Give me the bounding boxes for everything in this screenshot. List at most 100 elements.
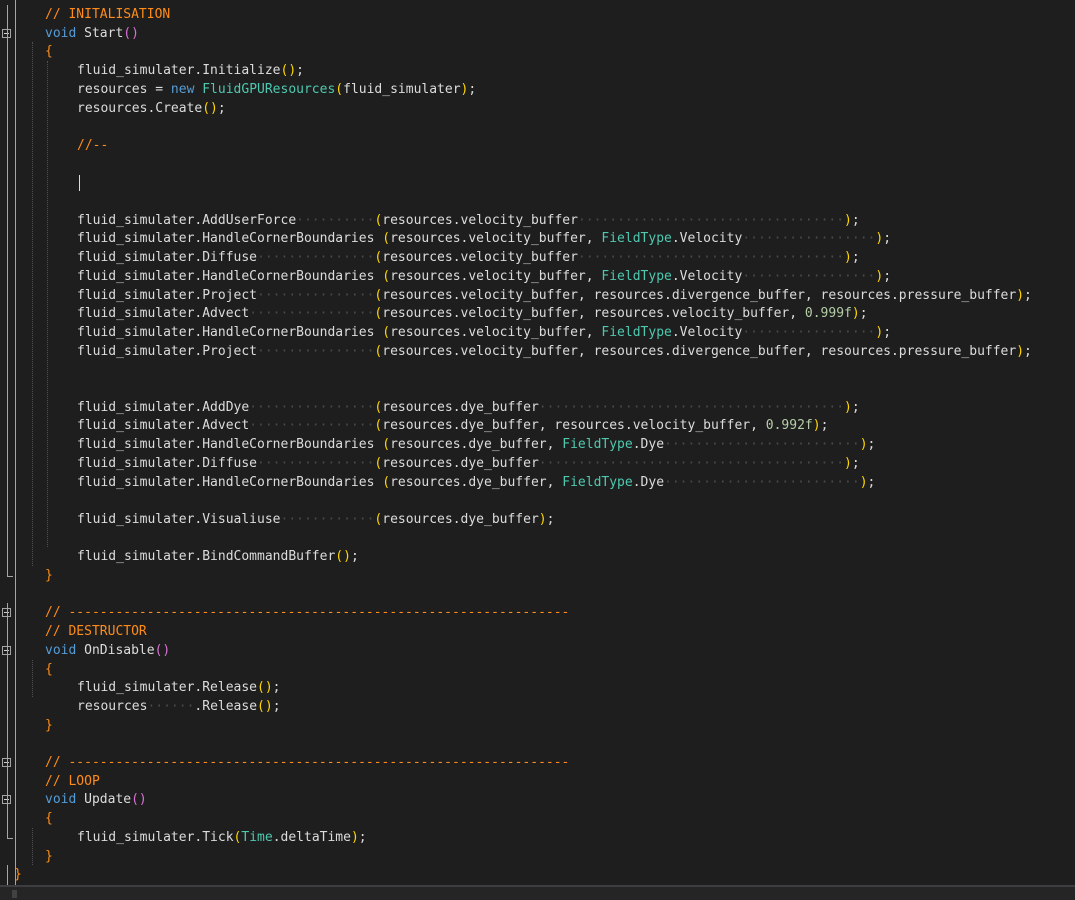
code-line[interactable]: fluid_simulater.HandleCornerBoundaries (… bbox=[77, 435, 875, 454]
code-line[interactable]: fluid_simulater.HandleCornerBoundaries (… bbox=[77, 267, 891, 286]
code-line[interactable]: } bbox=[45, 566, 53, 585]
code-line[interactable]: fluid_simulater.Project···············(r… bbox=[77, 342, 1032, 361]
code-line[interactable] bbox=[77, 173, 80, 192]
code-token: FieldType bbox=[562, 437, 633, 453]
code-token: { bbox=[45, 44, 53, 60]
code-token: .Dye bbox=[632, 474, 665, 490]
code-token: resources.velocity_buffer bbox=[382, 212, 578, 228]
fold-rail-outer bbox=[15, 0, 16, 885]
indent-guide bbox=[32, 42, 33, 566]
code-token: ················· bbox=[742, 231, 876, 247]
code-token: resources.velocity_buffer, bbox=[390, 231, 602, 247]
code-token: fluid_simulater.HandleCornerBoundaries bbox=[77, 268, 375, 284]
code-line[interactable]: // -------------------------------------… bbox=[45, 753, 569, 772]
code-line[interactable]: fluid_simulater.Project···············(r… bbox=[77, 286, 1032, 305]
code-token: ; bbox=[1024, 343, 1032, 359]
code-token: ) bbox=[1016, 343, 1025, 359]
code-token: fluid_simulater.Advect bbox=[77, 418, 250, 434]
code-line[interactable]: void Update() bbox=[45, 790, 147, 809]
code-line[interactable]: // -------------------------------------… bbox=[45, 603, 569, 622]
code-line[interactable]: fluid_simulater.HandleCornerBoundaries (… bbox=[77, 323, 891, 342]
code-line[interactable]: resources······.Release(); bbox=[77, 697, 281, 716]
code-line[interactable]: // LOOP bbox=[45, 772, 100, 791]
code-token: resources.velocity_buffer, resources.div… bbox=[382, 287, 1017, 303]
code-token: FieldType bbox=[601, 268, 672, 284]
code-line[interactable]: fluid_simulater.Tick(Time.deltaTime); bbox=[77, 828, 367, 847]
code-line[interactable]: fluid_simulater.AddDye················(r… bbox=[77, 398, 860, 417]
code-token: ( bbox=[382, 268, 391, 284]
code-line[interactable]: fluid_simulater.Advect················(r… bbox=[77, 416, 828, 435]
fold-end-marker bbox=[7, 576, 13, 577]
code-token: ························· bbox=[664, 474, 860, 490]
code-token: ; bbox=[859, 306, 868, 322]
code-token: fluid_simulater.HandleCornerBoundaries bbox=[77, 437, 375, 453]
code-token: ················ bbox=[249, 418, 375, 434]
code-token: void bbox=[45, 25, 77, 41]
code-line[interactable]: fluid_simulater.Release(); bbox=[77, 678, 281, 697]
code-token: ··············· bbox=[257, 250, 375, 266]
code-line[interactable]: void OnDisable() bbox=[45, 641, 170, 660]
code-line[interactable]: resources.Create(); bbox=[77, 99, 226, 118]
code-token: FieldType bbox=[601, 231, 672, 247]
code-line[interactable]: fluid_simulater.Initialize(); bbox=[77, 61, 304, 80]
code-token: ·································· bbox=[577, 250, 845, 266]
code-token: //-- bbox=[77, 137, 109, 153]
code-token: ; bbox=[1024, 287, 1032, 303]
code-token: ·································· bbox=[577, 212, 845, 228]
scrollbar-thumb[interactable] bbox=[12, 890, 17, 898]
code-token: ) bbox=[1016, 287, 1025, 303]
code-token: ( bbox=[335, 81, 344, 97]
code-editor[interactable]: // INITALISATION void Start(){fluid_simul… bbox=[0, 0, 1075, 885]
code-line[interactable]: { bbox=[45, 42, 53, 61]
code-line[interactable]: // INITALISATION bbox=[45, 5, 170, 24]
code-line[interactable]: resources = new FluidGPUResources(fluid_… bbox=[77, 80, 476, 99]
code-token: resources.velocity_buffer, bbox=[390, 324, 602, 340]
code-token: resources.dye_buffer bbox=[382, 511, 539, 527]
code-line[interactable]: fluid_simulater.Diffuse···············(r… bbox=[77, 248, 860, 267]
code-token: resources bbox=[77, 698, 148, 714]
code-line[interactable]: fluid_simulater.Advect················(r… bbox=[77, 304, 868, 323]
code-token: ············ bbox=[280, 511, 375, 527]
code-line[interactable]: fluid_simulater.Visualiuse············(r… bbox=[77, 510, 554, 529]
code-line[interactable]: { bbox=[45, 809, 53, 828]
horizontal-scrollbar[interactable] bbox=[0, 885, 1075, 900]
code-token: // DESTRUCTOR bbox=[45, 624, 147, 640]
code-token: ) bbox=[844, 399, 852, 415]
code-token: ) bbox=[350, 829, 359, 845]
code-line[interactable]: fluid_simulater.HandleCornerBoundaries (… bbox=[77, 473, 875, 492]
code-token: fluid_simulater.Release bbox=[77, 680, 258, 696]
code-token: ; bbox=[358, 829, 367, 845]
code-line[interactable]: fluid_simulater.AddUserForce··········(r… bbox=[77, 211, 860, 230]
code-token: FluidGPUResources bbox=[202, 81, 336, 97]
code-line[interactable]: fluid_simulater.HandleCornerBoundaries (… bbox=[77, 229, 891, 248]
code-token: void bbox=[45, 642, 77, 658]
code-token: resources.velocity_buffer, resources.vel… bbox=[382, 306, 805, 322]
code-token: resources.dye_buffer, bbox=[390, 474, 563, 490]
code-token: () bbox=[123, 25, 139, 41]
code-token: ·········· bbox=[296, 212, 375, 228]
code-line[interactable]: } bbox=[14, 865, 22, 884]
code-token: ; bbox=[883, 231, 892, 247]
code-token: resources.dye_buffer bbox=[382, 455, 539, 471]
code-line[interactable]: fluid_simulater.BindCommandBuffer(); bbox=[77, 547, 359, 566]
code-token: ; bbox=[867, 437, 876, 453]
code-line[interactable]: void Start() bbox=[45, 24, 139, 43]
code-token: resources.velocity_buffer, resources.div… bbox=[382, 343, 1017, 359]
code-token: OnDisable bbox=[84, 642, 155, 658]
code-token: ··············· bbox=[257, 455, 375, 471]
code-token: ; bbox=[883, 324, 892, 340]
code-line[interactable]: { bbox=[45, 660, 53, 679]
code-line[interactable]: } bbox=[45, 716, 53, 735]
code-token: ··············· bbox=[257, 287, 375, 303]
code-token: ······································· bbox=[538, 455, 845, 471]
code-line[interactable]: } bbox=[45, 847, 53, 866]
code-token: ; bbox=[820, 418, 829, 434]
code-line[interactable]: fluid_simulater.Diffuse···············(r… bbox=[77, 454, 860, 473]
code-token: resources.dye_buffer, resources.velocity… bbox=[382, 418, 766, 434]
code-line[interactable]: // DESTRUCTOR bbox=[45, 622, 147, 641]
code-line[interactable]: //-- bbox=[77, 136, 108, 155]
code-token: ) bbox=[844, 455, 852, 471]
